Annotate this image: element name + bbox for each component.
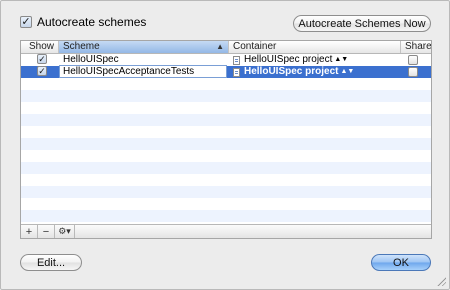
show-checkbox[interactable]: ✓ — [37, 66, 47, 77]
table-body: ✓ HelloUISpec HelloUISpec project ▲▼ ✓ H… — [21, 54, 431, 222]
show-checkbox[interactable]: ✓ — [37, 54, 47, 65]
empty-row — [21, 198, 431, 210]
autocreate-schemes-checkbox[interactable]: ✓ Autocreate schemes — [20, 15, 146, 29]
schemes-table: Show Scheme ▲ Container Shared ✓ HelloUI… — [20, 40, 432, 239]
container-popup[interactable]: HelloUISpec project ▲▼ — [233, 54, 348, 66]
resize-grip-icon[interactable] — [436, 276, 446, 286]
remove-scheme-button[interactable]: − — [38, 225, 55, 238]
column-header-container[interactable]: Container — [229, 41, 401, 53]
ok-button[interactable]: OK — [371, 254, 431, 271]
checkbox-box — [408, 55, 418, 65]
project-file-icon — [233, 55, 240, 65]
empty-row — [21, 114, 431, 126]
table-toolbar: + − ⚙▾ — [21, 224, 431, 238]
project-file-icon — [233, 67, 240, 77]
column-header-scheme-label: Scheme — [63, 41, 100, 52]
empty-row — [21, 186, 431, 198]
empty-row — [21, 162, 431, 174]
sort-ascending-icon: ▲ — [216, 42, 224, 51]
scheme-manager-sheet: ✓ Autocreate schemes Autocreate Schemes … — [0, 0, 450, 290]
column-header-scheme[interactable]: Scheme ▲ — [59, 41, 229, 53]
empty-row — [21, 78, 431, 90]
container-popup[interactable]: HelloUISpec project ▲▼ — [233, 66, 354, 78]
scheme-name-edit-field[interactable]: HelloUISpecAcceptanceTests — [59, 65, 227, 78]
container-label: HelloUISpec project — [244, 66, 339, 77]
autocreate-schemes-label: Autocreate schemes — [37, 15, 147, 29]
empty-row — [21, 126, 431, 138]
empty-row — [21, 210, 431, 222]
table-header: Show Scheme ▲ Container Shared — [21, 41, 431, 54]
empty-row — [21, 150, 431, 162]
container-label: HelloUISpec project — [244, 54, 333, 65]
popup-arrows-icon: ▲▼ — [334, 56, 349, 63]
edit-button[interactable]: Edit... — [20, 254, 82, 271]
popup-arrows-icon: ▲▼ — [340, 68, 355, 75]
column-header-shared[interactable]: Shared — [401, 41, 431, 53]
column-header-show[interactable]: Show — [21, 41, 59, 53]
empty-row — [21, 174, 431, 186]
gear-menu-button[interactable]: ⚙▾ — [55, 225, 75, 238]
empty-row — [21, 102, 431, 114]
empty-row — [21, 90, 431, 102]
autocreate-schemes-now-button[interactable]: Autocreate Schemes Now — [293, 15, 431, 32]
empty-row — [21, 138, 431, 150]
checkmark-icon: ✓ — [37, 54, 47, 64]
add-scheme-button[interactable]: + — [21, 225, 38, 238]
checkmark-icon: ✓ — [37, 66, 47, 76]
checkbox-box — [408, 67, 418, 77]
checkmark-icon: ✓ — [20, 16, 32, 28]
table-row[interactable]: ✓ HelloUISpecAcceptanceTests HelloUISpec… — [21, 65, 431, 78]
